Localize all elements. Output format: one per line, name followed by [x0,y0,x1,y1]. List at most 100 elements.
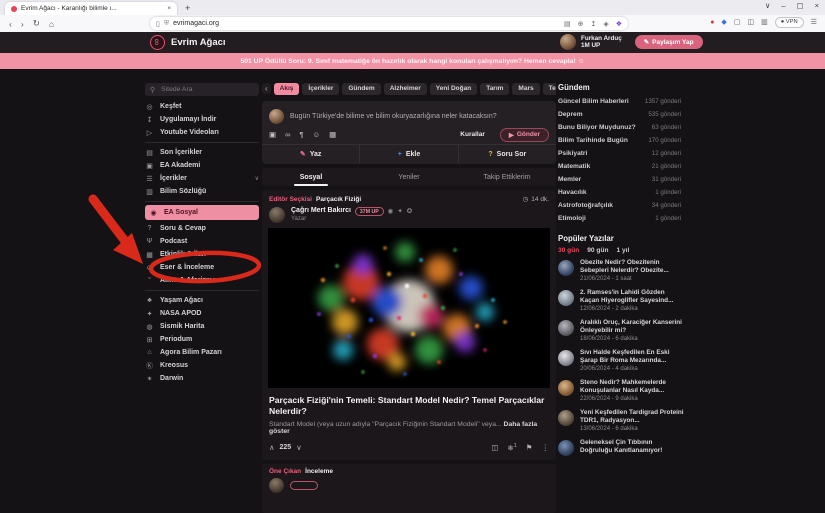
bookmark-icon[interactable]: ⚑ [526,443,533,452]
window-minimize-icon[interactable]: – [781,1,785,10]
sidebar-toggle-icon[interactable]: ◫ [747,18,754,26]
tab-alzheimer[interactable]: Alzheimer [384,83,427,95]
tab-mars[interactable]: Mars [512,83,539,95]
view-tab-yeniler[interactable]: Yeniler [360,168,458,186]
agenda-topic[interactable]: Astrofotoğrafçılık34 gönderi [558,199,689,212]
window-maximize-icon[interactable]: ▢ [797,1,804,10]
sidebar-item-periodum[interactable]: ⊞Periodum [145,333,259,346]
search-input[interactable] [159,85,248,94]
sidebar-item-bilim-sozlugu[interactable]: ▥Bilim Sözlüğü [145,185,259,198]
write-button[interactable]: ✎Yaz [262,145,360,163]
tabs-prev-icon[interactable]: ‹ [262,83,271,94]
popular-article[interactable]: Steno Nedir? Mahkemelerde Konuşulanlar N… [558,379,689,407]
downvote-icon[interactable]: ∨ [296,443,302,452]
popular-article[interactable]: Sıvı Halde Keşfedilen En Eski Şarap Bir … [558,349,689,377]
home-icon[interactable]: ⌂ [49,19,54,29]
popular-article[interactable]: Yeni Keşfedilen Tardigrad Proteini TDR1,… [558,409,689,437]
sidebar-item-sismik-harita[interactable]: ◍Sismik Harita [145,320,259,333]
sidebar-item-darwin[interactable]: ✶Darwin [145,372,259,385]
tab-yeni-dogan[interactable]: Yeni Doğan [430,83,477,95]
site-brand-name[interactable]: Evrim Ağacı [171,37,226,48]
tab-akis[interactable]: Akış [274,83,300,95]
agenda-topic[interactable]: Deprem535 gönderi [558,108,689,121]
user-avatar[interactable] [560,34,576,50]
particle-collision-image[interactable] [268,228,550,388]
sidebar-item-icerikler[interactable]: ☰İçerikler∨ [145,172,259,185]
tracking-protection-icon[interactable]: ⛨ [164,20,169,28]
site-search[interactable]: ⚲ [145,83,259,96]
add-button[interactable]: +Ekle [360,145,458,163]
agenda-topic[interactable]: Psikiyatri12 gönderi [558,147,689,160]
sidebar-item-alinti-aforizma[interactable]: “Alıntı & Aforizma [145,274,259,287]
containers-icon[interactable]: ▥ [761,18,768,26]
extension-icon[interactable]: ❖ [616,20,622,28]
sidebar-item-agora-bilim-pazari[interactable]: ⌂Agora Bilim Pazarı [145,346,259,359]
post-category[interactable]: Parçacık Fiziği [316,196,361,203]
agenda-topic[interactable]: Memler31 gönderi [558,173,689,186]
popular-article[interactable]: Obezite Nedir? Obezitenin Sebepleri Nele… [558,259,689,287]
tab-tarim[interactable]: Tarım [480,83,509,95]
composer-placeholder[interactable]: Bugün Türkiye'de bilime ve bilim okuryaz… [290,113,497,120]
forward-icon[interactable]: › [21,19,24,29]
featured-author-avatar[interactable] [269,478,284,493]
snowflake-reaction[interactable]: ❄1 [507,443,516,453]
image-icon[interactable]: ▣ [269,130,276,139]
view-tab-takip-ettiklerim[interactable]: Takip Ettiklerim [458,168,556,186]
sidebar-item-etkinlik-ilan[interactable]: ▦Etkinlik & İlan [145,248,259,261]
agenda-topic[interactable]: Matematik21 gönderi [558,160,689,173]
stats-icon[interactable]: ◫ [491,443,498,452]
sidebar-item-youtube-videolari[interactable]: ▷Youtube Videoları [145,126,259,139]
share-icon[interactable]: ↥ [590,20,596,28]
filter-90-days[interactable]: 90 gün [587,247,608,254]
send-button[interactable]: ▶ Gönder [500,128,549,142]
author-name[interactable]: Çağrı Mert Bakırcı [291,207,351,215]
sidebar-item-eser-inceleme[interactable]: ⊘Eser & İnceleme [145,261,259,274]
view-tab-sosyal[interactable]: Sosyal [262,168,360,186]
agenda-topic[interactable]: Güncel Bilim Haberleri1357 gönderi [558,95,689,108]
filter-1-year[interactable]: 1 yıl [617,247,630,254]
extension-blue-icon[interactable]: ◆ [721,18,726,26]
popular-article[interactable]: 2. Ramses'in Lahidi Gözden Kaçan Hiyerog… [558,289,689,317]
link-icon[interactable]: ∞ [285,130,290,139]
reader-icon[interactable]: ▤ [564,20,571,28]
tab-temel[interactable]: Temel [543,83,556,95]
sidebar-item-uygulamayi-indir[interactable]: ↧Uygulamayı İndir [145,113,259,126]
sidebar-item-podcast[interactable]: ΨPodcast [145,235,259,248]
author-avatar[interactable] [269,207,285,223]
sidebar-item-yasam-agaci[interactable]: ♣Yaşam Ağacı [145,294,259,307]
ask-question-button[interactable]: ?Soru Sor [459,145,556,163]
user-name[interactable]: Furkan Arduç [581,35,622,42]
share-post-button[interactable]: ✎ Paylaşım Yap [635,35,703,49]
post-title[interactable]: Parçacık Fiziği'nin Temeli: Standart Mod… [262,388,556,416]
kebab-menu-icon[interactable]: ⋮ [542,443,550,452]
popular-article[interactable]: Geleneksel Çin Tıbbının Doğruluğu Kanıtl… [558,439,689,467]
reload-icon[interactable]: ↻ [33,18,40,29]
sidebar-item-ea-akademi[interactable]: ▣EA Akademi [145,159,259,172]
format-icon[interactable]: ¶ [299,130,303,139]
tab-gundem[interactable]: Gündem [342,83,380,95]
tab-list-icon[interactable]: ∨ [765,1,771,10]
upvote-icon[interactable]: ∧ [269,443,275,452]
url-text[interactable]: evrimagaci.org [173,20,557,27]
table-icon[interactable]: ▦ [329,130,336,139]
site-brand[interactable]: ∞ Evrim Ağacı [150,35,226,50]
sidebar-item-nasa-apod[interactable]: ✦NASA APOD [145,307,259,320]
filter-30-days[interactable]: 30 gün [558,247,579,254]
zoom-icon[interactable]: ⊕ [578,20,584,28]
announcement-banner[interactable]: 501 UP Ödüllü Soru: 9. Sınıf matematiğe … [0,53,825,69]
extension-red-icon[interactable]: ● [710,19,714,26]
url-bar[interactable]: ▯ ⛨ evrimagaci.org ▤ ⊕ ↥ ◈ ❖ [150,17,628,30]
downloads-icon[interactable]: ▢ [734,18,741,26]
back-icon[interactable]: ‹ [9,19,12,29]
sidebar-item-son-icerikler[interactable]: ▤Son İçerikler [145,146,259,159]
agenda-topic[interactable]: Bilim Tarihinde Bugün170 gönderi [558,134,689,147]
menu-icon[interactable]: ☰ [811,18,817,26]
sidebar-item-ea-sosyal[interactable]: ◉EA Sosyal [145,205,259,220]
new-tab-button[interactable]: + [185,3,190,13]
sidebar-item-kesfet[interactable]: ◎Keşfet [145,100,259,113]
agenda-topic[interactable]: Etimoloji1 gönderi [558,212,689,225]
agenda-topic[interactable]: Bunu Biliyor Muydunuz?63 gönderi [558,121,689,134]
tab-icerikler[interactable]: İçerikler [302,83,339,95]
rules-link[interactable]: Kurallar [460,131,485,138]
tab-close-icon[interactable]: × [167,5,171,12]
